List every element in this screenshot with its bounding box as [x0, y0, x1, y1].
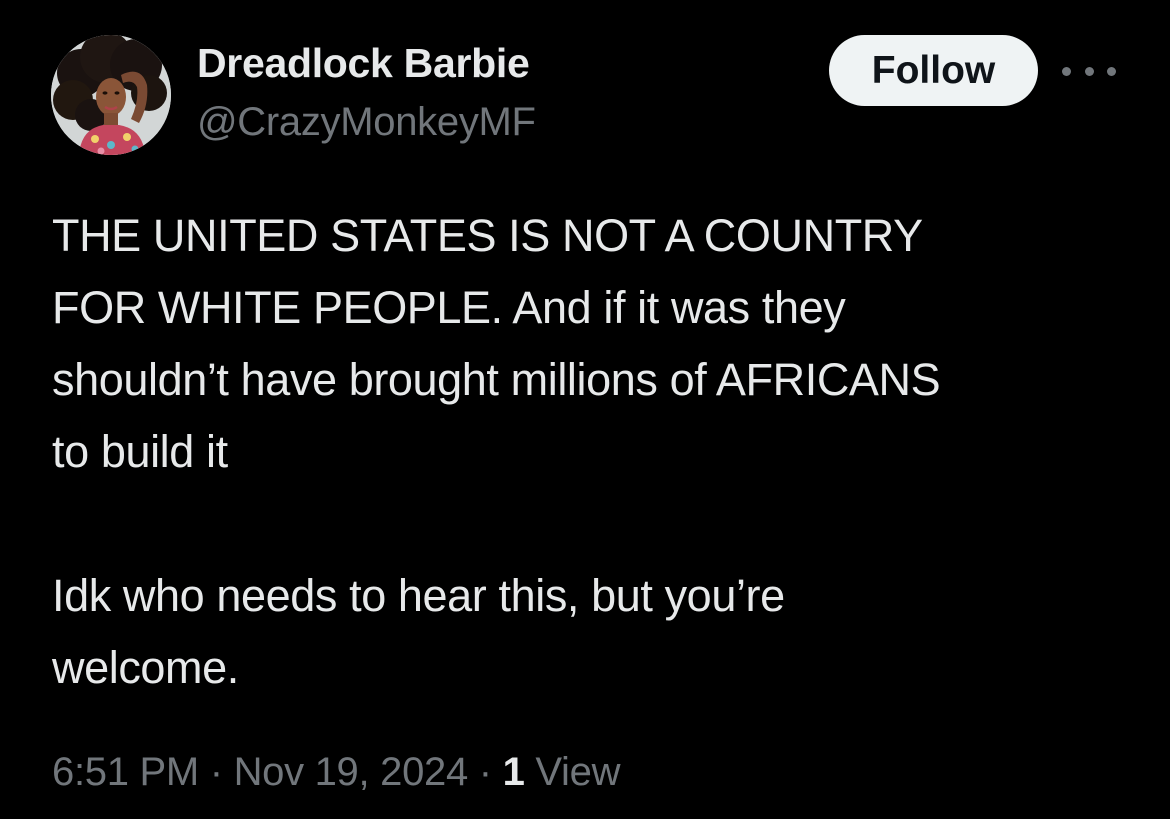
- author-handle[interactable]: @CrazyMonkeyMF: [197, 100, 536, 145]
- tweet-card: Dreadlock Barbie @CrazyMonkeyMF Follow T…: [0, 0, 1170, 819]
- author-display-name[interactable]: Dreadlock Barbie: [197, 40, 530, 87]
- more-options-button[interactable]: [1062, 56, 1116, 86]
- ellipsis-icon: [1107, 66, 1116, 76]
- tweet-paragraph: THE UNITED STATES IS NOT A COUNTRY FOR W…: [52, 210, 941, 477]
- tweet-meta: 6:51 PM · Nov 19, 2024 · 1 View: [52, 750, 620, 795]
- avatar[interactable]: [51, 35, 171, 155]
- tweet-paragraph: Idk who needs to hear this, but you’re w…: [52, 570, 785, 693]
- doll-profile-photo: [51, 35, 171, 155]
- tweet-time[interactable]: 6:51 PM: [52, 750, 199, 794]
- views-count: 1: [502, 750, 525, 794]
- follow-button[interactable]: Follow: [829, 35, 1038, 106]
- ellipsis-icon: [1062, 66, 1071, 76]
- views-label: View: [535, 750, 621, 794]
- meta-separator: ·: [478, 750, 492, 794]
- tweet-date[interactable]: Nov 19, 2024: [234, 750, 469, 794]
- ellipsis-icon: [1084, 66, 1094, 76]
- tweet-text: THE UNITED STATES IS NOT A COUNTRY FOR W…: [52, 200, 1142, 704]
- meta-separator: ·: [209, 750, 223, 794]
